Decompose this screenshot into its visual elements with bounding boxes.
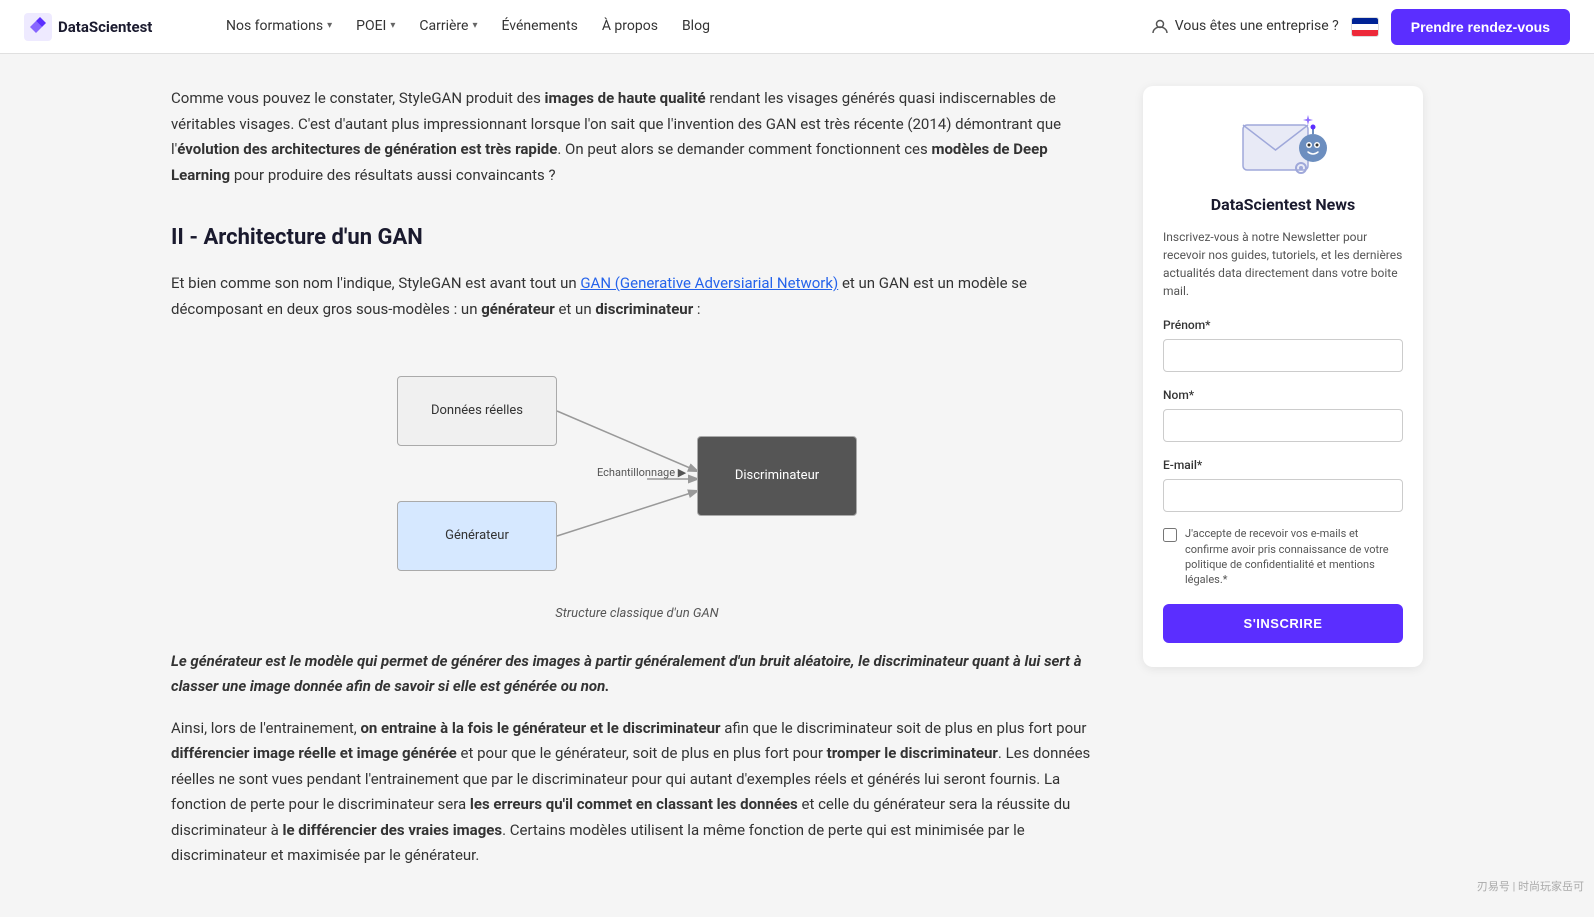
page-wrapper: Comme vous pouvez le constater, StyleGAN… — [147, 54, 1447, 917]
nav-nos-formations[interactable]: Nos formations ▾ — [216, 9, 342, 43]
nav-carriere[interactable]: Carrière ▾ — [409, 9, 487, 43]
bold-differencier-vraies: le différencier des vraies images — [283, 821, 503, 839]
newsletter-card: DataScientest News Inscrivez-vous à notr… — [1143, 86, 1423, 667]
discriminateur-bold: discriminateur — [595, 300, 693, 318]
body-paragraph: Ainsi, lors de l'entrainement, on entrai… — [171, 716, 1103, 869]
prenom-label: Prénom* — [1163, 316, 1403, 335]
email-group: E-mail* — [1163, 456, 1403, 512]
bold-erreurs: les erreurs qu'il commet en classant les… — [470, 795, 798, 813]
nom-label: Nom* — [1163, 386, 1403, 405]
box-donnees-reelles: Données réelles — [397, 376, 557, 446]
nav-blog[interactable]: Blog — [672, 9, 720, 43]
newsletter-description: Inscrivez-vous à notre Newsletter pour r… — [1163, 228, 1403, 300]
chevron-down-icon: ▾ — [327, 18, 332, 34]
navbar: DataScientest Nos formations ▾ POEI ▾ Ca… — [0, 0, 1594, 54]
article-content: Comme vous pouvez le constater, StyleGAN… — [171, 86, 1103, 885]
logo-icon — [24, 13, 52, 41]
newsletter-icon — [1238, 110, 1328, 180]
intro-bold2: évolution des architectures de génératio… — [177, 140, 557, 158]
intro-bold1: images de haute qualité — [545, 89, 706, 107]
consent-checkbox[interactable] — [1163, 528, 1177, 542]
blockquote-text: Le générateur est le modèle qui permet d… — [171, 652, 1082, 696]
brand-name: DataScientest — [58, 15, 152, 39]
subscribe-button[interactable]: S'INSCRIRE — [1163, 604, 1403, 643]
intro-paragraph: Comme vous pouvez le constater, StyleGAN… — [171, 86, 1103, 188]
enterprise-button[interactable]: Vous êtes une entreprise ? — [1151, 15, 1339, 37]
watermark: 刃易号 | 时尚玩家岳可 — [1477, 878, 1584, 896]
section-title: II - Architecture d'un GAN — [171, 220, 1103, 255]
chevron-down-icon: ▾ — [472, 18, 477, 34]
language-flag[interactable] — [1351, 17, 1379, 37]
flag-red-stripe — [1352, 30, 1378, 36]
nav-menu: Nos formations ▾ POEI ▾ Carrière ▾ Événe… — [216, 9, 1119, 43]
generateur-bold: générateur — [481, 300, 555, 318]
prenom-group: Prénom* — [1163, 316, 1403, 372]
nom-input[interactable] — [1163, 409, 1403, 442]
bold-tromper: tromper le discriminateur — [827, 744, 998, 762]
consent-label: J'accepte de recevoir vos e-mails et con… — [1185, 526, 1403, 588]
email-input[interactable] — [1163, 479, 1403, 512]
sidebar: DataScientest News Inscrivez-vous à notr… — [1143, 86, 1423, 667]
gan-diagram: Données réelles Générateur Discriminateu… — [367, 346, 907, 596]
section-intro-paragraph: Et bien comme son nom l'indique, StyleGA… — [171, 271, 1103, 322]
nav-evenements[interactable]: Événements — [492, 9, 588, 43]
diagram-caption: Structure classique d'un GAN — [555, 604, 718, 625]
blockquote: Le générateur est le modèle qui permet d… — [171, 649, 1103, 700]
logo[interactable]: DataScientest — [24, 13, 184, 41]
newsletter-icon-wrapper — [1163, 110, 1403, 180]
gan-link[interactable]: GAN (Generative Adversiarial Network) — [580, 274, 838, 292]
bold-differencier: différencier image réelle et image génér… — [171, 744, 457, 762]
navbar-right: Vous êtes une entreprise ? Prendre rende… — [1151, 9, 1570, 45]
enterprise-icon — [1151, 17, 1169, 35]
box-discriminateur: Discriminateur — [697, 436, 857, 516]
box-generateur: Générateur — [397, 501, 557, 571]
label-echantillonnage: Echantillonnage ▶ — [597, 464, 686, 482]
diagram-container: Données réelles Générateur Discriminateu… — [171, 346, 1103, 625]
prenom-input[interactable] — [1163, 339, 1403, 372]
nav-poei[interactable]: POEI ▾ — [346, 9, 405, 43]
nom-group: Nom* — [1163, 386, 1403, 442]
checkbox-row: J'accepte de recevoir vos e-mails et con… — [1163, 526, 1403, 588]
chevron-down-icon: ▾ — [390, 18, 395, 34]
bold-on-entraine: on entraine à la fois le générateur et l… — [360, 719, 720, 737]
nav-apropos[interactable]: À propos — [592, 9, 668, 43]
cta-rendez-vous-button[interactable]: Prendre rendez-vous — [1391, 9, 1570, 45]
newsletter-title: DataScientest News — [1163, 192, 1403, 218]
email-label: E-mail* — [1163, 456, 1403, 475]
